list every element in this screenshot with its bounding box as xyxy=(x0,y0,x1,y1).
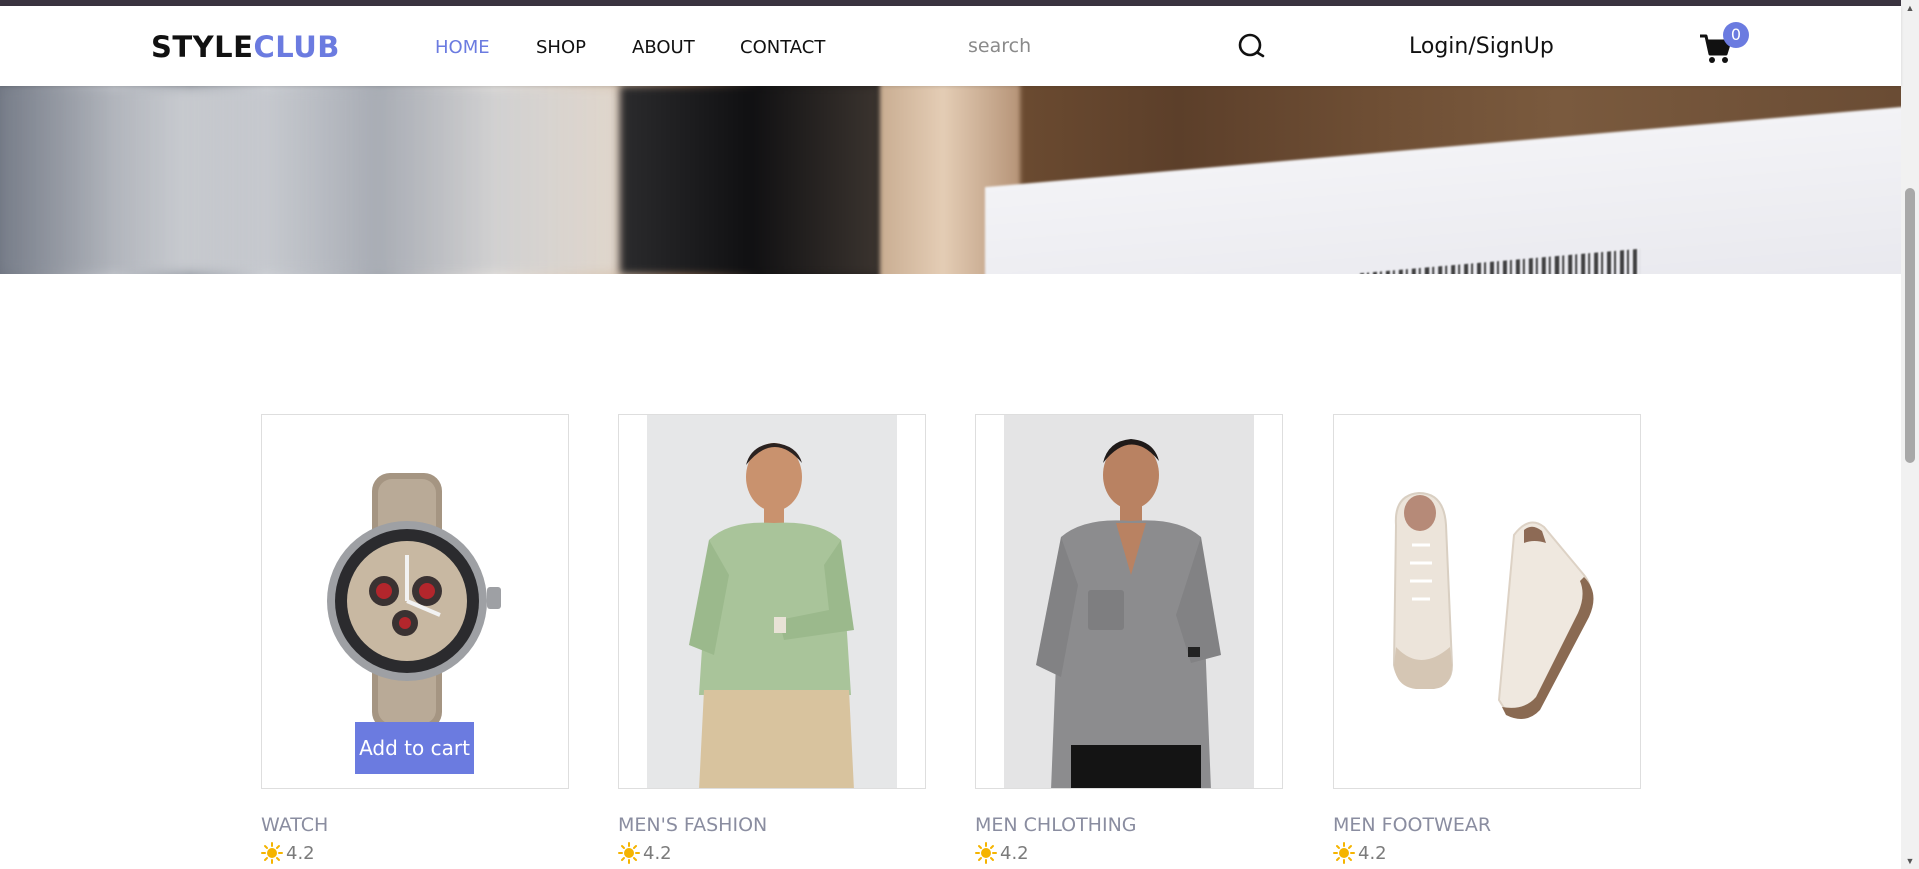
site-header: STYLECLUB HOME SHOP ABOUT CONTACT Login/… xyxy=(0,6,1901,86)
product-rating: 4.2 xyxy=(618,842,672,864)
product-image-frame[interactable] xyxy=(1333,414,1641,789)
product-name[interactable]: MEN CHLOTHING xyxy=(975,814,1137,836)
page-scrollbar[interactable]: ▲ ▼ xyxy=(1901,0,1919,869)
mens-fashion-image xyxy=(689,443,854,788)
product-image-frame[interactable] xyxy=(975,414,1283,789)
product-name[interactable]: MEN FOOTWEAR xyxy=(1333,814,1491,836)
rating-value: 4.2 xyxy=(643,842,672,864)
hero-dark-band xyxy=(620,86,880,274)
sun-icon xyxy=(261,842,283,864)
product-name[interactable]: MEN'S FASHION xyxy=(618,814,767,836)
brand-logo-part2: CLUB xyxy=(253,30,340,64)
hero-shipping-label xyxy=(985,104,1901,274)
rating-value: 4.2 xyxy=(1358,842,1387,864)
brand-logo-part1: STYLE xyxy=(151,30,254,64)
men-footwear-image xyxy=(1392,491,1594,719)
search-icon[interactable] xyxy=(1236,31,1268,63)
product-rating: 4.2 xyxy=(1333,842,1387,864)
search-input[interactable] xyxy=(960,26,1210,66)
scroll-down-arrow-icon[interactable]: ▼ xyxy=(1905,857,1915,866)
rating-value: 4.2 xyxy=(1000,842,1029,864)
product-image-frame[interactable] xyxy=(618,414,926,789)
scroll-up-arrow-icon[interactable]: ▲ xyxy=(1905,4,1915,13)
product-rating: 4.2 xyxy=(261,842,315,864)
sun-icon xyxy=(975,842,997,864)
rating-value: 4.2 xyxy=(286,842,315,864)
sun-icon xyxy=(1333,842,1355,864)
nav-contact[interactable]: CONTACT xyxy=(740,37,825,58)
add-to-cart-button[interactable]: Add to cart xyxy=(355,722,474,774)
nav-shop[interactable]: SHOP xyxy=(536,37,586,58)
nav-about[interactable]: ABOUT xyxy=(632,37,695,58)
hero-blur-left xyxy=(0,86,620,274)
login-signup-link[interactable]: Login/SignUp xyxy=(1409,34,1554,59)
nav-home[interactable]: HOME xyxy=(435,37,490,58)
sun-icon xyxy=(618,842,640,864)
men-clothing-image xyxy=(1036,439,1221,788)
scrollbar-thumb[interactable] xyxy=(1905,188,1915,463)
cart-count-badge: 0 xyxy=(1723,22,1749,48)
product-rating: 4.2 xyxy=(975,842,1029,864)
brand-logo[interactable]: STYLECLUB xyxy=(151,30,340,64)
hero-banner xyxy=(0,86,1901,274)
product-name[interactable]: WATCH xyxy=(261,814,328,836)
